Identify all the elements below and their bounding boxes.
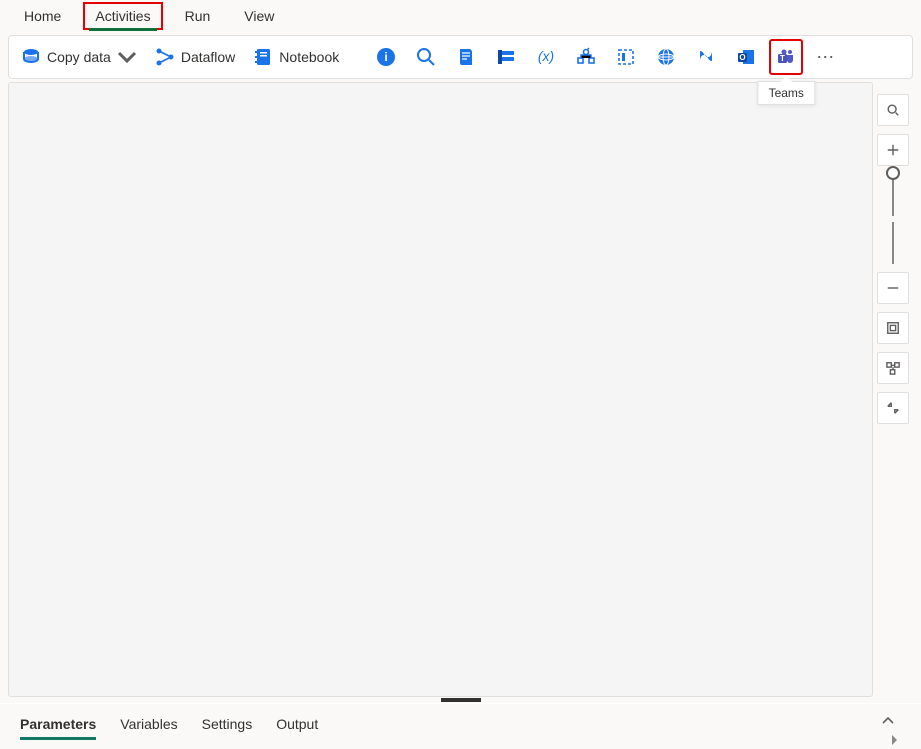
pipeline-icon — [576, 47, 596, 67]
chevron-up-icon — [881, 714, 895, 728]
minus-icon — [886, 281, 900, 295]
tab-variables[interactable]: Variables — [120, 708, 177, 740]
invoke-pipeline-button[interactable] — [569, 39, 603, 75]
auto-align-button[interactable] — [877, 352, 909, 384]
chevron-down-icon — [117, 47, 137, 67]
scroll-right-indicator — [887, 735, 901, 747]
info-button[interactable]: i — [369, 39, 403, 75]
copy-data-button[interactable]: Copy data — [15, 39, 143, 75]
form-icon — [496, 47, 516, 67]
stored-proc-button[interactable] — [489, 39, 523, 75]
copy-data-icon — [21, 47, 41, 67]
teams-icon: T — [776, 47, 796, 67]
plus-icon — [886, 143, 900, 157]
auto-align-icon — [886, 361, 900, 375]
azure-button[interactable] — [689, 39, 723, 75]
svg-text:O: O — [740, 53, 746, 62]
pipeline-canvas[interactable] — [8, 82, 873, 697]
tab-settings[interactable]: Settings — [202, 708, 253, 740]
fit-to-screen-icon — [886, 321, 900, 335]
tab-parameters[interactable]: Parameters — [20, 708, 96, 740]
menu-activities[interactable]: Activities — [83, 2, 162, 30]
zoom-in-button[interactable] — [877, 134, 909, 166]
notebook-button[interactable]: Notebook — [247, 39, 345, 75]
menu-view[interactable]: View — [232, 2, 286, 30]
bottom-panel-tabs: Parameters Variables Settings Output — [0, 703, 921, 743]
svg-text:i: i — [385, 50, 388, 64]
template-icon — [616, 47, 636, 67]
svg-text:T: T — [780, 54, 785, 63]
minimize-icon — [886, 401, 900, 415]
copy-data-label: Copy data — [47, 49, 111, 65]
svg-text:(x): (x) — [538, 48, 554, 64]
outlook-button[interactable]: O — [729, 39, 763, 75]
dataflow-icon — [155, 47, 175, 67]
powerplatform-icon — [696, 47, 716, 67]
teams-button[interactable]: T Teams — [769, 39, 803, 75]
template-button[interactable] — [609, 39, 643, 75]
minimize-button[interactable] — [877, 392, 909, 424]
activity-toolbar: Copy data Dataflow Notebook i (x) O T — [8, 35, 913, 79]
notebook-icon — [253, 47, 273, 67]
canvas-controls: .slider{height:90px;position:relative}.s… — [873, 82, 913, 697]
canvas-area: .slider{height:90px;position:relative}.s… — [8, 82, 913, 697]
teams-tooltip: Teams — [758, 81, 815, 105]
web-button[interactable] — [649, 39, 683, 75]
outlook-icon: O — [736, 47, 756, 67]
info-icon: i — [376, 47, 396, 67]
top-menu: Home Activities Run View — [0, 0, 921, 32]
variable-icon: (x) — [536, 47, 556, 67]
search-icon — [886, 103, 900, 117]
zoom-out-button[interactable] — [877, 272, 909, 304]
script-button[interactable] — [449, 39, 483, 75]
tab-output[interactable]: Output — [276, 708, 318, 740]
search-icon — [416, 47, 436, 67]
menu-run[interactable]: Run — [173, 2, 223, 30]
fit-screen-button[interactable] — [877, 312, 909, 344]
variable-button[interactable]: (x) — [529, 39, 563, 75]
canvas-search-button[interactable] — [877, 94, 909, 126]
dataflow-button[interactable]: Dataflow — [149, 39, 241, 75]
more-activities-button[interactable]: ⋯ — [809, 47, 843, 68]
script-icon — [456, 47, 476, 67]
lookup-button[interactable] — [409, 39, 443, 75]
dataflow-label: Dataflow — [181, 49, 235, 65]
web-icon — [656, 47, 676, 67]
menu-home[interactable]: Home — [12, 2, 73, 30]
notebook-label: Notebook — [279, 49, 339, 65]
